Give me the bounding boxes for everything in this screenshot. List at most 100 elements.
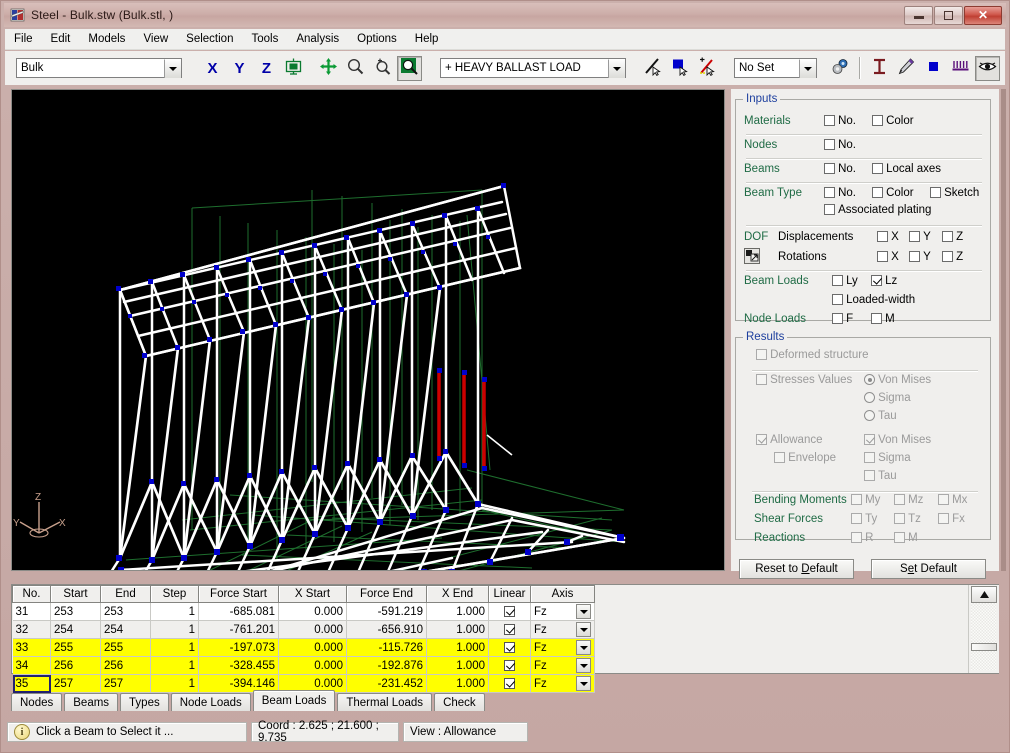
scroll-up-button[interactable] xyxy=(971,586,997,603)
bending-mx-checkbox[interactable] xyxy=(938,494,949,505)
linear-checkbox[interactable] xyxy=(504,659,515,671)
envelope-checkbox[interactable] xyxy=(774,452,785,463)
cell-x-start[interactable]: 0.000 xyxy=(278,602,347,621)
shear-ty-checkbox[interactable] xyxy=(851,513,862,524)
bending-mz-checkbox[interactable] xyxy=(894,494,905,505)
col-axis[interactable]: Axis xyxy=(530,585,595,603)
associated-plating-checkbox[interactable] xyxy=(824,204,835,215)
model-combo[interactable]: Bulk xyxy=(16,58,182,78)
maximize-button[interactable] xyxy=(934,5,963,25)
menu-selection[interactable]: Selection xyxy=(177,31,242,47)
load-case-combo[interactable]: + HEAVY BALLAST LOAD xyxy=(440,58,626,78)
rotations-y-checkbox[interactable] xyxy=(909,251,920,262)
col-force-end[interactable]: Force End xyxy=(346,585,427,603)
sigma-radio[interactable] xyxy=(864,392,875,403)
chevron-down-icon[interactable] xyxy=(576,604,591,619)
chevron-down-icon[interactable] xyxy=(576,622,591,637)
select-area-button[interactable] xyxy=(668,55,693,81)
materials-color-checkbox[interactable] xyxy=(872,115,883,126)
cell-force-end[interactable]: -656.910 xyxy=(346,620,427,639)
cell-x-start[interactable]: 0.000 xyxy=(278,638,347,657)
fit-to-window-button[interactable] xyxy=(281,55,306,81)
select-add-button[interactable] xyxy=(695,55,720,81)
cell-x-end[interactable]: 1.000 xyxy=(426,638,489,657)
chevron-down-icon[interactable] xyxy=(164,58,181,78)
rotations-x-checkbox[interactable] xyxy=(877,251,888,262)
rotations-z-checkbox[interactable] xyxy=(942,251,953,262)
zoom-in-button[interactable] xyxy=(370,55,395,81)
loaded-width-checkbox[interactable] xyxy=(832,294,843,305)
tab-check[interactable]: Check xyxy=(434,693,485,711)
cell-start[interactable]: 253 xyxy=(50,602,101,621)
cell-linear[interactable] xyxy=(488,638,531,657)
col-linear[interactable]: Linear xyxy=(488,585,531,603)
nodes-no-checkbox[interactable] xyxy=(824,139,835,150)
beam-type-color-checkbox[interactable] xyxy=(872,187,883,198)
cell-no[interactable]: 34 xyxy=(12,656,51,675)
cell-end[interactable]: 254 xyxy=(100,620,151,639)
distributed-load-button[interactable] xyxy=(948,55,973,81)
cell-linear[interactable] xyxy=(488,620,531,639)
beam-type-sketch-checkbox[interactable] xyxy=(930,187,941,198)
cell-x-end[interactable]: 1.000 xyxy=(426,620,489,639)
col-x-end[interactable]: X End xyxy=(426,585,489,603)
view-x-button[interactable]: X xyxy=(200,55,225,81)
cell-force-start[interactable]: -328.455 xyxy=(198,656,279,675)
scroll-track[interactable] xyxy=(971,603,997,671)
cell-force-start[interactable]: -685.081 xyxy=(198,602,279,621)
table-row[interactable]: 32 254 254 1 -761.201 0.000 -656.910 1.0… xyxy=(12,620,595,639)
panel-scrollbar[interactable] xyxy=(1001,89,1006,571)
table-scrollbar[interactable] xyxy=(968,585,999,673)
beam-loads-lz-checkbox[interactable] xyxy=(871,275,882,286)
shear-fx-checkbox[interactable] xyxy=(938,513,949,524)
cell-x-end[interactable]: 1.000 xyxy=(426,656,489,675)
tab-types[interactable]: Types xyxy=(120,693,169,711)
cell-force-end[interactable]: -591.219 xyxy=(346,602,427,621)
zoom-button[interactable] xyxy=(343,55,368,81)
node-loads-f-checkbox[interactable] xyxy=(832,313,843,324)
reset-to-default-button[interactable]: Reset to Default xyxy=(739,559,854,579)
text-tool-button[interactable] xyxy=(867,55,892,81)
pan-button[interactable] xyxy=(316,55,341,81)
deformed-structure-checkbox[interactable] xyxy=(756,349,767,360)
cell-step[interactable]: 1 xyxy=(150,656,199,675)
cell-x-start[interactable]: 0.000 xyxy=(278,620,347,639)
menu-view[interactable]: View xyxy=(134,31,177,47)
chevron-down-icon[interactable] xyxy=(576,658,591,673)
settings-button[interactable] xyxy=(828,55,853,81)
cell-end[interactable]: 253 xyxy=(100,602,151,621)
cell-axis[interactable]: Fz xyxy=(530,656,595,675)
cell-linear[interactable] xyxy=(488,602,531,621)
menu-tools[interactable]: Tools xyxy=(242,31,287,47)
view-y-button[interactable]: Y xyxy=(227,55,252,81)
beam-loads-table[interactable]: No. Start End Step Force Start X Start F… xyxy=(12,585,595,693)
menu-edit[interactable]: Edit xyxy=(42,31,80,47)
tab-node-loads[interactable]: Node Loads xyxy=(170,693,251,711)
col-step[interactable]: Step xyxy=(150,585,199,603)
view-z-button[interactable]: Z xyxy=(254,55,279,81)
allowance-checkbox[interactable] xyxy=(756,434,767,445)
tab-beam-loads[interactable]: Beam Loads xyxy=(252,690,336,711)
col-end[interactable]: End xyxy=(100,585,151,603)
bending-my-checkbox[interactable] xyxy=(851,494,862,505)
displacements-z-checkbox[interactable] xyxy=(942,231,953,242)
tab-nodes[interactable]: Nodes xyxy=(11,693,63,711)
cell-force-start[interactable]: -197.073 xyxy=(198,638,279,657)
cell-step[interactable]: 1 xyxy=(150,620,199,639)
col-x-start[interactable]: X Start xyxy=(278,585,347,603)
cell-no[interactable]: 32 xyxy=(12,620,51,639)
von-mises-radio[interactable] xyxy=(864,374,875,385)
cell-step[interactable]: 1 xyxy=(150,602,199,621)
table-row[interactable]: 34 256 256 1 -328.455 0.000 -192.876 1.0… xyxy=(12,656,595,675)
3d-viewport[interactable]: Z Y X xyxy=(11,89,725,571)
beams-no-checkbox[interactable] xyxy=(824,163,835,174)
cell-axis[interactable]: Fz xyxy=(530,602,595,621)
cell-x-start[interactable]: 0.000 xyxy=(278,656,347,675)
chevron-down-icon[interactable] xyxy=(576,640,591,655)
tab-thermal-loads[interactable]: Thermal Loads xyxy=(337,693,433,711)
eye-view-button[interactable] xyxy=(975,55,1000,81)
cell-start[interactable]: 255 xyxy=(50,638,101,657)
cell-no[interactable]: 31 xyxy=(12,602,51,621)
minimize-button[interactable] xyxy=(904,5,933,25)
cell-linear[interactable] xyxy=(488,656,531,675)
